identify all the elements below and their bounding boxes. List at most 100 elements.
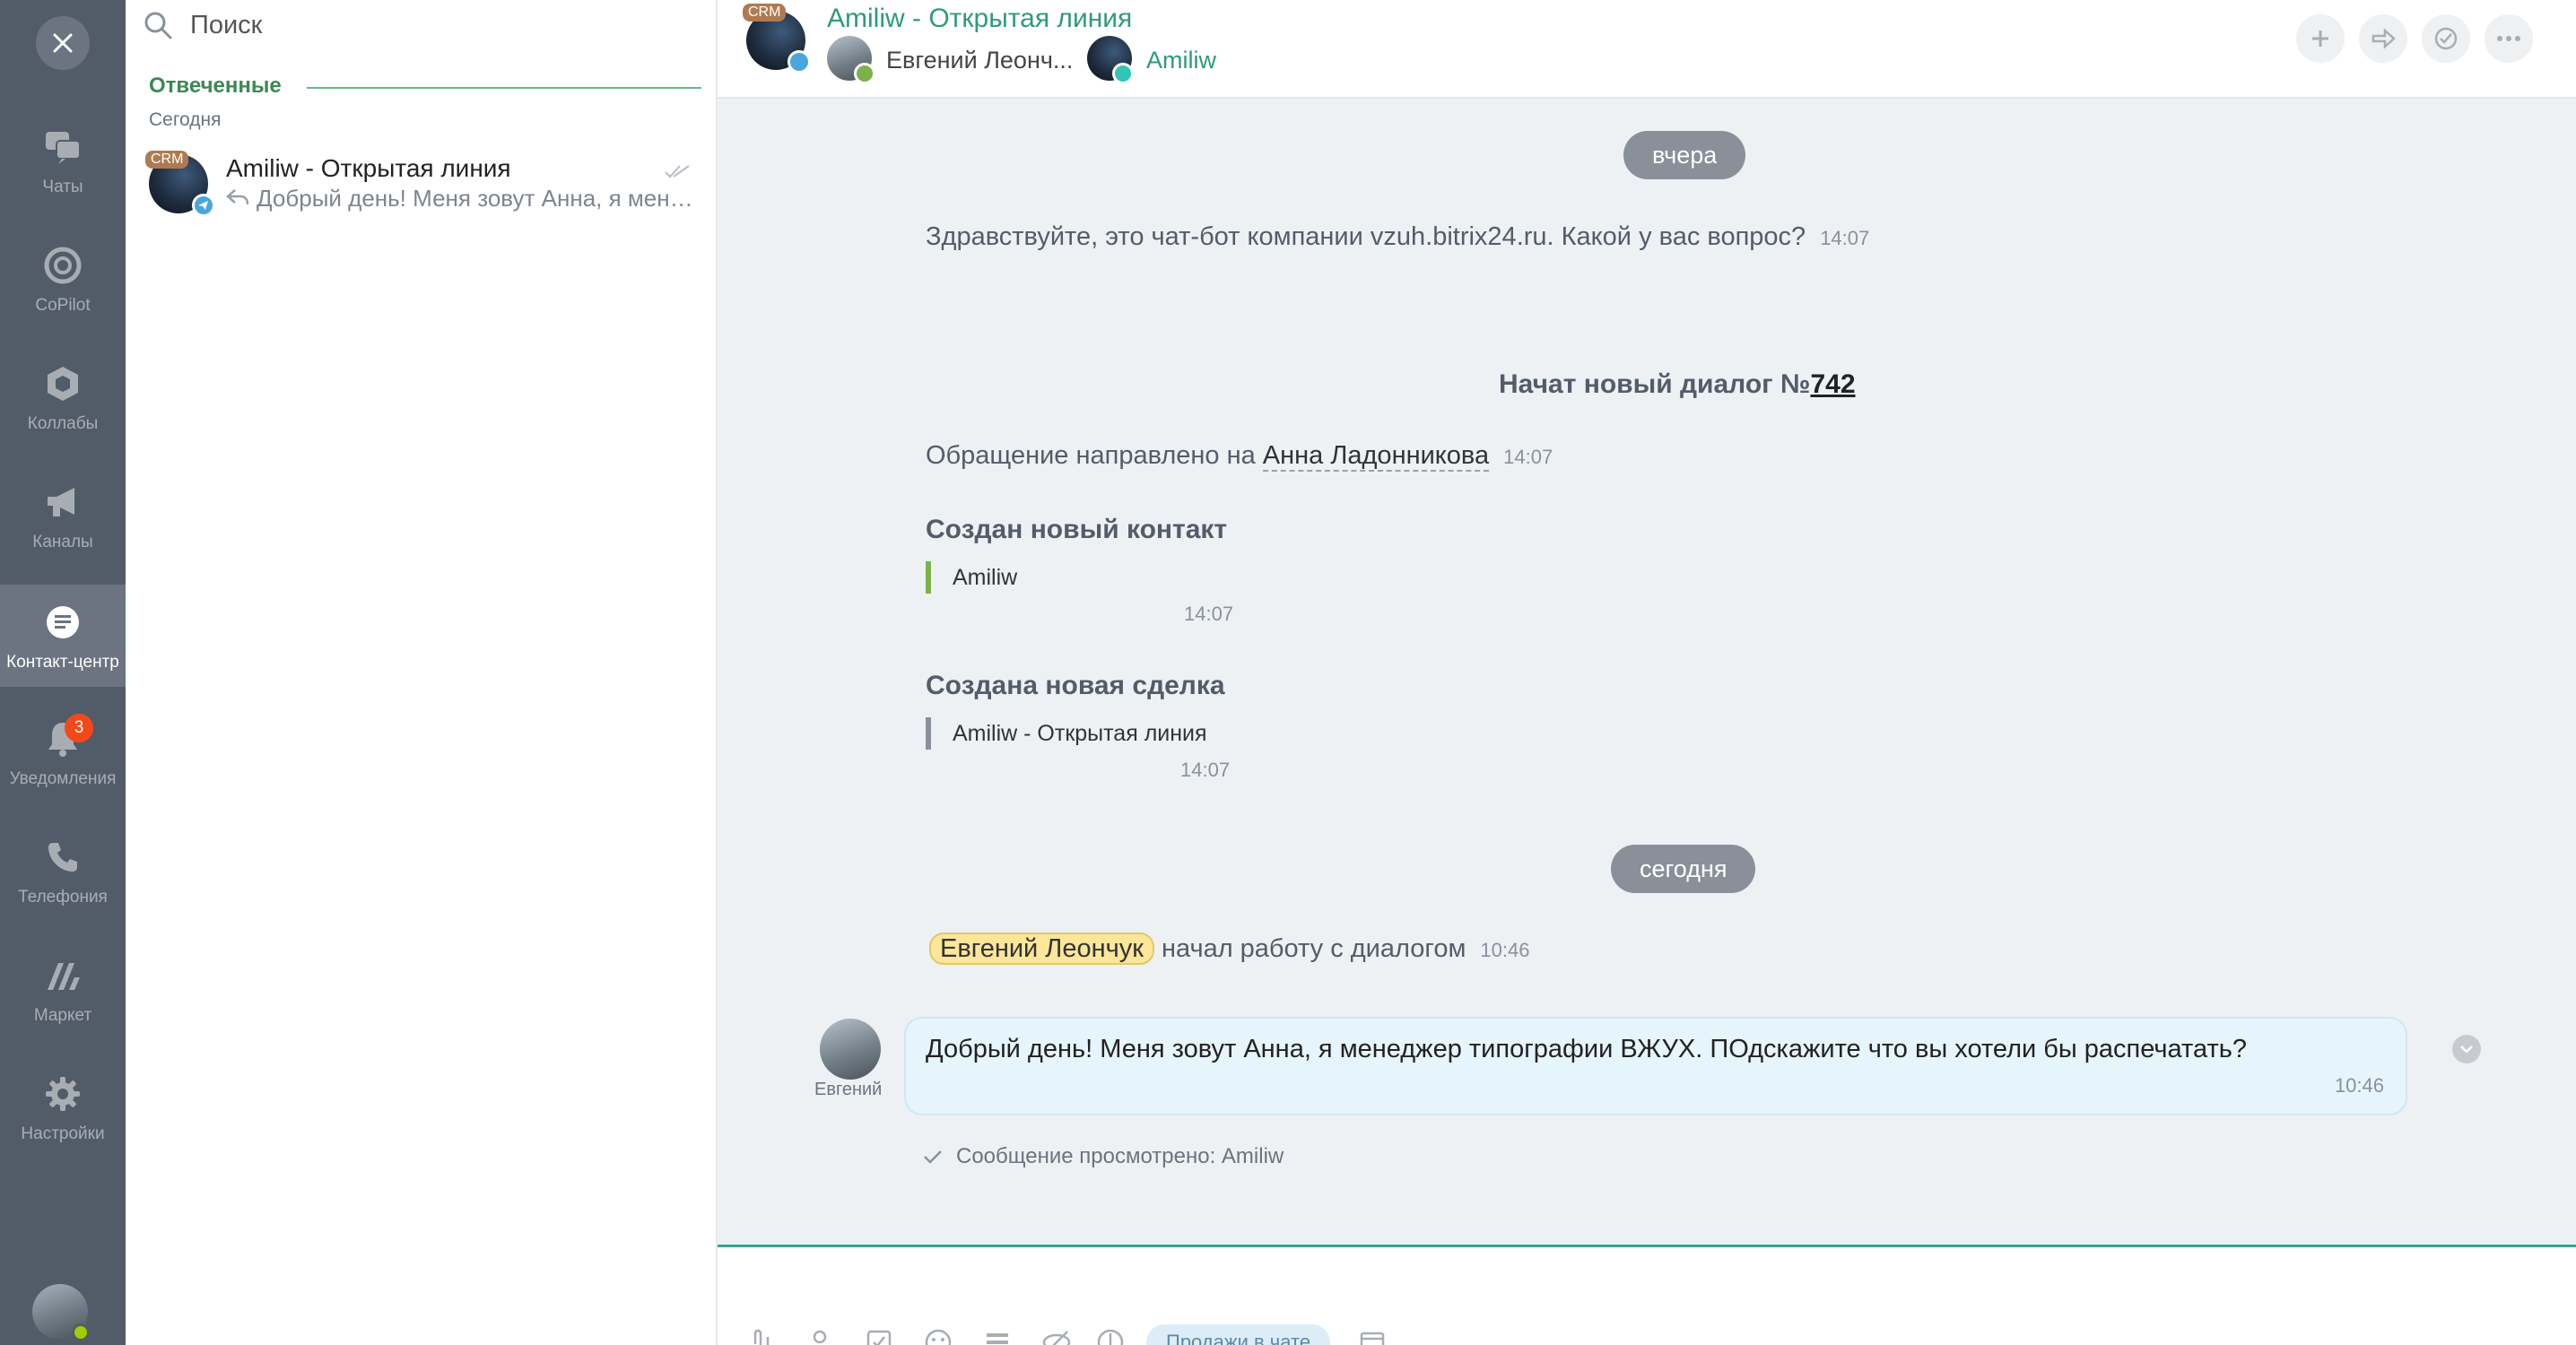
contact-center-icon xyxy=(43,603,83,642)
author-name: Евгений xyxy=(814,1080,883,1099)
group-title: Отвеченные xyxy=(149,74,282,98)
contact-link[interactable]: Amiliw xyxy=(926,561,1017,594)
plus-icon xyxy=(2312,30,2328,47)
copilot-icon xyxy=(43,246,83,285)
sales-in-chat-button[interactable]: Продажи в чате xyxy=(1146,1324,1331,1345)
bot-message: Здравствуйте, это чат-бот компании vzuh.… xyxy=(926,222,1869,252)
message-bubble: Добрый день! Меня зовут Анна, я менеджер… xyxy=(904,1017,2407,1115)
notice-text: Начат новый диалог № xyxy=(1499,369,1811,399)
task-icon[interactable] xyxy=(863,1326,895,1345)
double-check-icon xyxy=(665,165,690,178)
online-status-indicator xyxy=(72,1323,90,1341)
templates-icon[interactable] xyxy=(981,1326,1014,1345)
nav-item-channels[interactable]: Каналы xyxy=(0,464,126,567)
nav-item-collabs[interactable]: Коллабы xyxy=(0,346,126,448)
market-icon xyxy=(43,956,83,995)
search-icon xyxy=(144,12,172,39)
hide-icon[interactable] xyxy=(1040,1326,1073,1345)
message-time: 10:46 xyxy=(1480,939,1530,961)
crm-badge: CRM xyxy=(743,4,787,22)
operator-name[interactable]: Евгений Леонч... xyxy=(886,47,1073,74)
nav-item-contact-center[interactable]: Контакт-центр xyxy=(0,585,126,687)
dialog-start-message: Евгений Леончук начал работу с диалогом 1… xyxy=(929,933,1530,965)
chat-window: CRM Amiliw - Открытая линия Евгений Леон… xyxy=(718,0,2576,1345)
close-button[interactable] xyxy=(36,16,90,70)
operator-link[interactable]: Анна Ладонникова xyxy=(1262,441,1490,472)
close-icon xyxy=(53,33,73,53)
message-time: 14:07 xyxy=(1503,446,1553,468)
deal-link[interactable]: Amiliw - Открытая линия xyxy=(926,717,1207,750)
message-time: 14:07 xyxy=(1180,759,1231,781)
check-circle-icon xyxy=(2434,27,2458,50)
reply-icon xyxy=(226,189,249,205)
notification-badge: 3 xyxy=(65,714,93,742)
nav-label: Коллабы xyxy=(27,414,99,433)
forward-icon xyxy=(2371,28,2396,49)
openline-icon xyxy=(1112,63,1134,84)
telegram-icon xyxy=(788,50,811,74)
nav-label: Телефония xyxy=(18,888,108,907)
crm-badge: CRM xyxy=(145,151,189,169)
chat-preview: Добрый день! Меня зовут Анна, я менеджер… xyxy=(257,185,701,212)
search-bar[interactable]: Поиск xyxy=(144,0,262,50)
gear-icon xyxy=(43,1074,83,1114)
nav-label: CoPilot xyxy=(35,296,91,315)
collabs-icon xyxy=(43,364,83,404)
nav-item-market[interactable]: Маркет xyxy=(0,938,126,1040)
telegram-icon xyxy=(192,194,215,217)
group-divider xyxy=(307,87,701,89)
chevron-down-icon xyxy=(2460,1046,2473,1054)
message-text: начал работу с диалогом xyxy=(1161,934,1466,963)
recent-chats-panel: Поиск Отвеченные Сегодня CRM Amiliw - От… xyxy=(126,0,718,1345)
user-icon[interactable] xyxy=(804,1326,836,1345)
nav-label: Каналы xyxy=(32,533,93,551)
nav-label: Настройки xyxy=(21,1124,105,1143)
nav-item-telephony[interactable]: Телефония xyxy=(0,820,126,922)
smile-icon[interactable] xyxy=(922,1326,954,1345)
redirect-message: Обращение направлено на Анна Ладонникова… xyxy=(926,441,1553,472)
message-time: 14:07 xyxy=(1184,603,1234,625)
message-text: Здравствуйте, это чат-бот компании vzuh.… xyxy=(926,222,1806,251)
message-text: Добрый день! Меня зовут Анна, я менеджер… xyxy=(926,1035,2247,1063)
chat-title[interactable]: Amiliw - Открытая линия xyxy=(827,4,1132,34)
more-button[interactable] xyxy=(2485,14,2533,63)
message-time: 14:07 xyxy=(1820,227,1870,249)
client-name[interactable]: Amiliw xyxy=(1146,47,1216,74)
megaphone-icon xyxy=(43,482,83,522)
nav-label: Контакт-центр xyxy=(6,653,119,672)
author-avatar[interactable] xyxy=(820,1019,881,1080)
add-user-button[interactable] xyxy=(2296,14,2345,63)
message-time: 10:46 xyxy=(2334,1074,2384,1097)
crown-icon xyxy=(854,63,875,84)
read-receipt: Сообщение просмотрено: Amiliw xyxy=(922,1144,1284,1169)
calendar-icon[interactable] xyxy=(1356,1326,1388,1345)
read-receipt-text: Сообщение просмотрено: Amiliw xyxy=(956,1144,1284,1168)
forward-button[interactable] xyxy=(2359,14,2407,63)
more-icon xyxy=(2497,36,2520,41)
nav-item-chats[interactable]: Чаты xyxy=(0,109,126,212)
left-navigation: Чаты CoPilot Коллабы Каналы Контакт-цент… xyxy=(0,0,126,1345)
nav-label: Уведомления xyxy=(9,769,117,788)
operator-mention[interactable]: Евгений Леончук xyxy=(929,933,1154,965)
date-divider: сегодня xyxy=(1611,845,1756,893)
phone-icon xyxy=(43,837,83,877)
contact-created-title: Создан новый контакт xyxy=(926,515,1228,544)
nav-item-copilot[interactable]: CoPilot xyxy=(0,228,126,330)
list-item[interactable]: CRM Amiliw - Открытая линия Добрый день!… xyxy=(126,143,716,224)
attach-icon[interactable] xyxy=(744,1326,777,1345)
payment-icon[interactable] xyxy=(1094,1326,1127,1345)
group-subtitle: Сегодня xyxy=(149,109,222,130)
dialog-number-link[interactable]: 742 xyxy=(1810,369,1855,399)
nav-label: Маркет xyxy=(33,1006,92,1025)
chat-title: Amiliw - Открытая линия xyxy=(226,154,511,182)
message-menu-button[interactable] xyxy=(2452,1035,2481,1063)
check-icon xyxy=(924,1150,942,1164)
nav-item-notifications[interactable]: 3 Уведомления xyxy=(0,701,126,803)
nav-item-settings[interactable]: Настройки xyxy=(0,1056,126,1158)
nav-label: Чаты xyxy=(42,178,83,196)
message-text: Обращение направлено на xyxy=(926,441,1256,470)
search-input[interactable]: Поиск xyxy=(190,11,262,40)
chats-icon xyxy=(43,127,83,167)
message-composer[interactable]: Продажи в чате xyxy=(718,1245,2576,1345)
finish-dialog-button[interactable] xyxy=(2422,14,2470,63)
